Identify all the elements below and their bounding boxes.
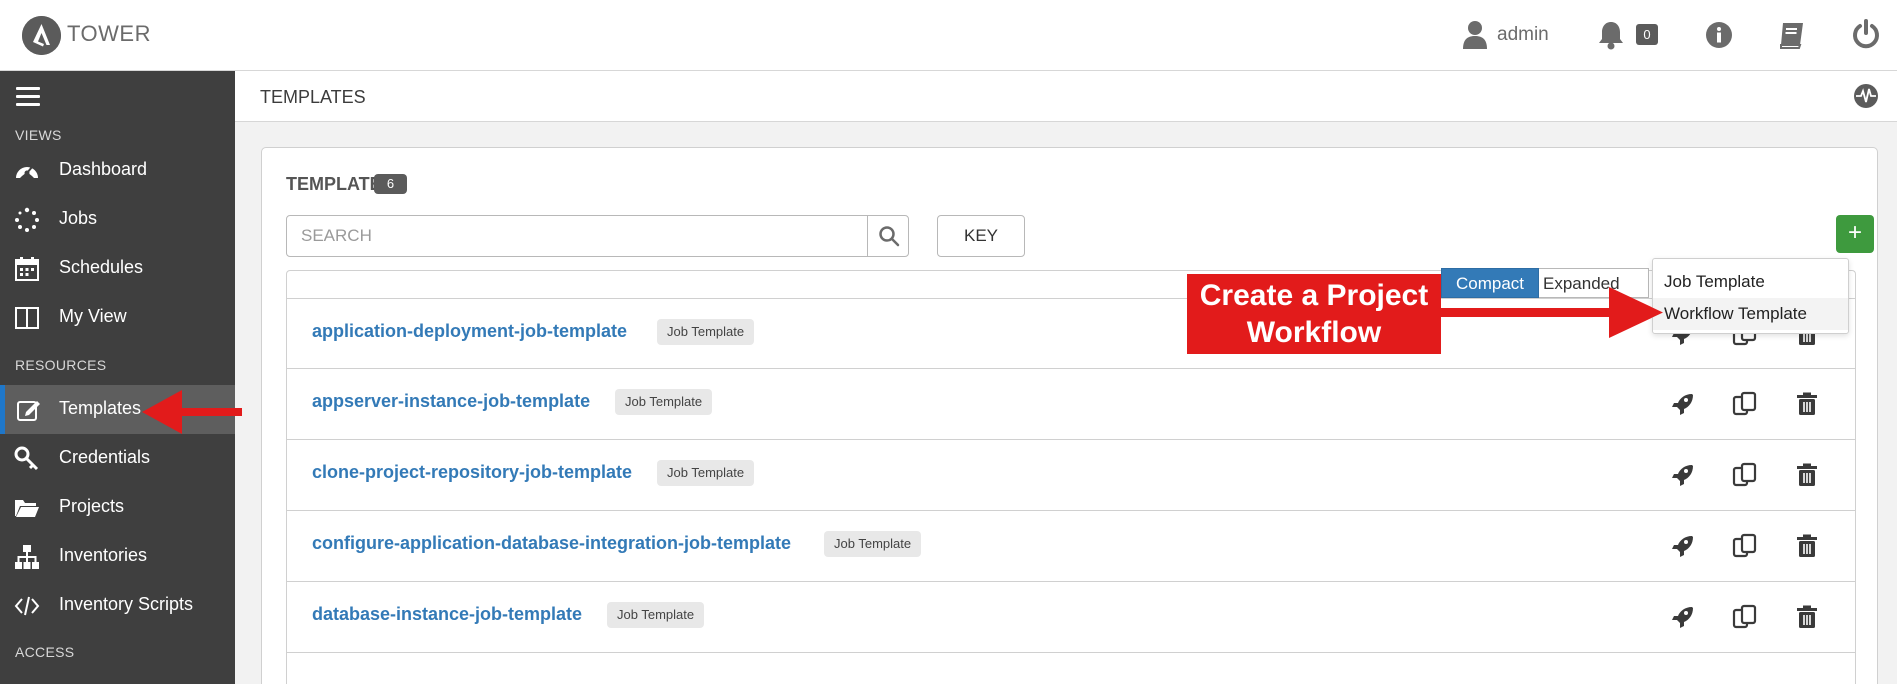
tower-logo-icon[interactable] [22,16,61,55]
add-button[interactable]: + [1836,215,1874,253]
annotation-line-2: Workflow [1246,316,1382,349]
sidebar-item-credentials[interactable]: Credentials [0,434,235,483]
sidebar-item-schedules[interactable]: Schedules [0,244,235,293]
copy-icon[interactable] [1732,604,1758,630]
section-label-access: ACCESS [15,644,75,660]
trash-icon[interactable] [1794,604,1820,630]
section-label-resources: RESOURCES [15,357,107,373]
template-name-link[interactable]: configure-application-database-integrati… [312,533,791,554]
table-row [286,653,1856,684]
template-name-link[interactable]: appserver-instance-job-template [312,391,590,412]
sidebar-item-label: Jobs [59,208,98,228]
hamburger-menu-icon[interactable] [16,87,40,107]
folder-icon [15,500,39,517]
sidebar-item-label: Inventory Scripts [59,594,194,614]
launch-icon[interactable] [1670,604,1696,630]
annotation-line-1: Create a Project [1199,279,1429,312]
app-root: TOWER admin 0 VIEWS Dashboard Jobs Sched… [0,0,1897,684]
annotation-arrow-left [142,390,242,434]
info-icon[interactable] [1705,21,1733,49]
sidebar-item-label: Inventories [59,545,148,565]
sidebar-item-inventories[interactable]: Inventories [0,532,235,581]
copy-icon[interactable] [1732,533,1758,559]
jobs-icon [15,207,39,232]
top-bar: TOWER admin 0 [0,0,1897,71]
trash-icon[interactable] [1794,462,1820,488]
key-button[interactable]: KEY [937,215,1025,257]
search-button[interactable] [867,216,909,256]
menu-item-job-template[interactable]: Job Template [1653,266,1848,298]
annotation-arrow-right [1441,287,1663,338]
template-type-badge: Job Template [607,602,705,628]
bell-icon[interactable] [1596,19,1626,51]
table-row: appserver-instance-job-template Job Temp… [286,369,1856,440]
template-name-link[interactable]: application-deployment-job-template [312,321,627,342]
search-box [286,215,909,257]
launch-icon[interactable] [1670,462,1696,488]
power-icon[interactable] [1851,18,1881,50]
template-type-badge: Job Template [824,531,922,557]
key-icon [14,446,39,471]
copy-icon[interactable] [1732,462,1758,488]
sidebar-item-projects[interactable]: Projects [0,483,235,532]
user-name[interactable]: admin [1497,24,1549,46]
menu-item-workflow-template[interactable]: Workflow Template [1653,298,1848,330]
launch-icon[interactable] [1670,391,1696,417]
trash-icon[interactable] [1794,391,1820,417]
main-content: TEMPLATES TEMPLATES 6 KEY + [235,71,1897,684]
add-template-menu: Job Template Workflow Template [1652,258,1849,334]
dashboard-icon [16,166,38,178]
sidebar-item-jobs[interactable]: Jobs [0,195,235,244]
template-count-badge: 6 [374,174,407,194]
search-icon [879,226,900,247]
brand-name: TOWER [67,21,151,46]
breadcrumb[interactable]: TEMPLATES [260,87,366,108]
table-row: configure-application-database-integrati… [286,511,1856,582]
sidebar-item-label: Dashboard [59,159,148,179]
sidebar-item-label: Schedules [59,257,144,277]
sitemap-icon [15,545,39,569]
sidebar-item-label: Templates [59,398,142,418]
search-input[interactable] [287,216,867,256]
section-label-views: VIEWS [15,127,62,143]
annotation-callout: Create a Project Workflow [1187,274,1441,354]
book-icon[interactable] [1777,20,1807,50]
user-icon[interactable] [1462,20,1488,50]
calendar-icon [15,257,39,281]
launch-icon[interactable] [1670,533,1696,559]
activity-stream-icon[interactable] [1853,83,1879,109]
copy-icon[interactable] [1732,391,1758,417]
sidebar-item-dashboard[interactable]: Dashboard [0,146,235,195]
page-header: TEMPLATES [235,71,1897,122]
columns-icon [15,307,39,329]
table-row: database-instance-job-template Job Templ… [286,582,1856,653]
template-name-link[interactable]: clone-project-repository-job-template [312,462,632,483]
sidebar: VIEWS Dashboard Jobs Schedules My View R… [0,71,235,684]
template-type-badge: Job Template [657,460,755,486]
table-row: clone-project-repository-job-template Jo… [286,440,1856,511]
edit-icon [17,401,40,421]
notification-count-badge: 0 [1636,24,1658,45]
sidebar-item-label: My View [59,306,127,326]
trash-icon[interactable] [1794,533,1820,559]
sidebar-item-inventory-scripts[interactable]: Inventory Scripts [0,581,235,630]
templates-panel: TEMPLATES 6 KEY + Compact Expanded [261,147,1878,684]
sidebar-item-label: Credentials [59,447,151,467]
code-icon [14,596,40,616]
sidebar-item-my-view[interactable]: My View [0,293,235,342]
sidebar-item-label: Projects [59,496,125,516]
template-name-link[interactable]: database-instance-job-template [312,604,582,625]
template-type-badge: Job Template [657,319,755,345]
template-type-badge: Job Template [615,389,713,415]
